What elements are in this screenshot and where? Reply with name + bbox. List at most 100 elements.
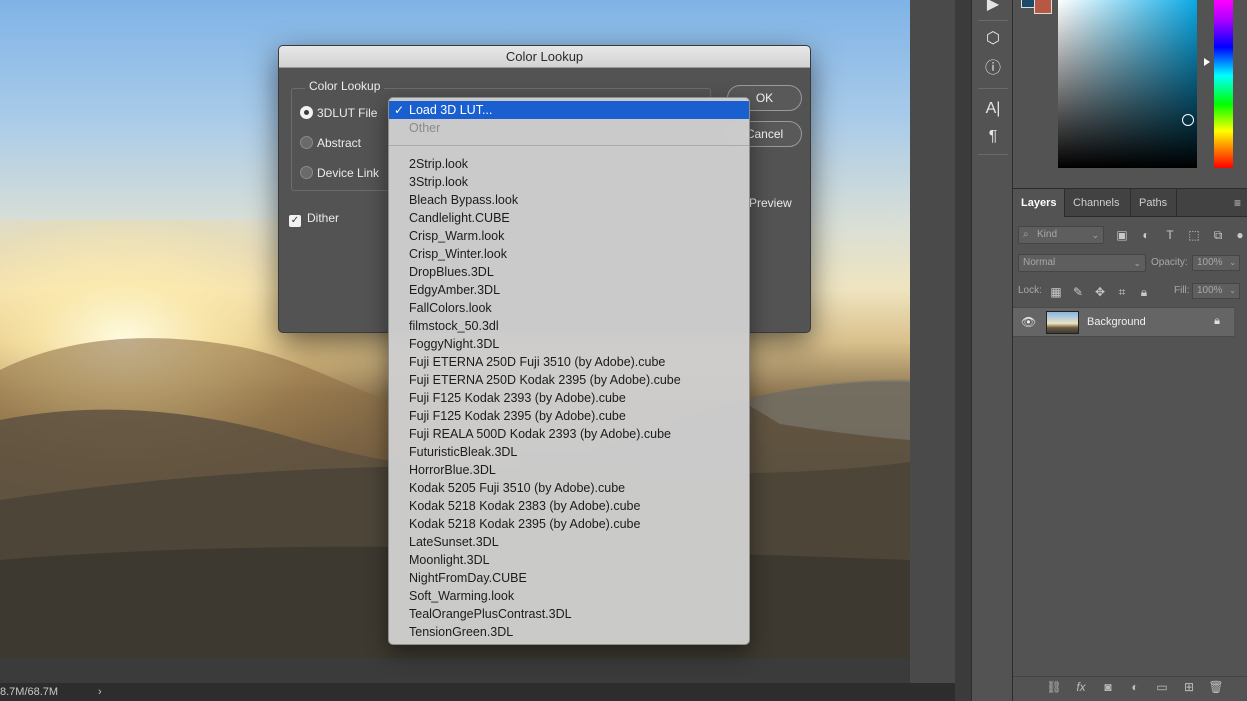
- fill-value: 100%: [1197, 285, 1223, 296]
- radio-button[interactable]: [300, 166, 313, 179]
- filter-smart-object-icon[interactable]: ⧉: [1211, 228, 1225, 243]
- menu-item-lut[interactable]: Kodak 5218 Kodak 2383 (by Adobe).cube: [389, 497, 749, 515]
- info-icon[interactable]: ⓘ: [980, 58, 1006, 80]
- filter-shape-icon[interactable]: ⬚: [1187, 228, 1201, 242]
- radio-device-link[interactable]: Device Link: [300, 165, 379, 181]
- menu-item-lut[interactable]: Fuji F125 Kodak 2395 (by Adobe).cube: [389, 407, 749, 425]
- lock-artboard-icon[interactable]: ⌗: [1115, 285, 1129, 300]
- lock-all-icon[interactable]: 🔒︎: [1137, 285, 1151, 300]
- chevron-down-icon: ⌄: [1091, 230, 1099, 240]
- character-icon[interactable]: A|: [980, 98, 1006, 120]
- panel-menu-icon[interactable]: ≡: [1234, 196, 1241, 210]
- menu-item-lut[interactable]: FoggyNight.3DL: [389, 335, 749, 353]
- menu-item-lut[interactable]: Fuji ETERNA 250D Fuji 3510 (by Adobe).cu…: [389, 353, 749, 371]
- group-label: Color Lookup: [305, 79, 385, 93]
- menu-item-lut[interactable]: Crisp_Warm.look: [389, 227, 749, 245]
- menu-item-lut[interactable]: 3Strip.look: [389, 173, 749, 191]
- menu-item-lut[interactable]: Kodak 5218 Kodak 2395 (by Adobe).cube: [389, 515, 749, 533]
- menu-item-lut[interactable]: Crisp_Winter.look: [389, 245, 749, 263]
- menu-item-lut[interactable]: filmstock_50.3dl: [389, 317, 749, 335]
- adjustment-layer-icon[interactable]: ◐: [1127, 680, 1143, 694]
- tab-paths[interactable]: Paths: [1131, 189, 1177, 217]
- radio-label: Device Link: [317, 166, 380, 180]
- new-group-icon[interactable]: ▭: [1154, 680, 1170, 694]
- menu-item-lut[interactable]: EdgyAmber.3DL: [389, 281, 749, 299]
- menu-item-lut[interactable]: FallColors.look: [389, 299, 749, 317]
- menu-item-label: Load 3D LUT...: [409, 103, 493, 117]
- menu-item-lut[interactable]: TealOrangePlusContrast.3DL: [389, 605, 749, 623]
- filter-adjustment-icon[interactable]: ◐: [1139, 228, 1153, 242]
- blend-mode-value: Normal: [1023, 257, 1056, 268]
- menu-item-lut[interactable]: Fuji F125 Kodak 2393 (by Adobe).cube: [389, 389, 749, 407]
- radio-button[interactable]: [300, 136, 313, 149]
- trash-icon[interactable]: 🗑︎: [1208, 680, 1224, 694]
- filter-kind-select[interactable]: ⌕ Kind ⌄: [1018, 226, 1104, 244]
- visibility-eye-icon[interactable]: 👁︎: [1021, 315, 1036, 329]
- hue-slider-marker[interactable]: [1204, 58, 1210, 66]
- radio-label: Abstract: [317, 136, 362, 150]
- menu-item-lut[interactable]: Soft_Warming.look: [389, 587, 749, 605]
- status-bar: 8.7M/68.7M ›: [0, 683, 955, 701]
- menu-item-lut[interactable]: Candlelight.CUBE: [389, 209, 749, 227]
- checkmark-icon: ✓: [394, 103, 405, 117]
- play-icon[interactable]: ▶: [980, 0, 1006, 16]
- lock-position-icon[interactable]: ✥: [1093, 285, 1107, 299]
- filter-toggle-icon[interactable]: ●: [1233, 228, 1247, 242]
- layer-row[interactable]: 👁︎ Background 🔒︎: [1013, 307, 1234, 337]
- menu-separator: [389, 145, 749, 146]
- tab-layers[interactable]: Layers: [1013, 189, 1065, 217]
- add-mask-icon[interactable]: ◙: [1100, 680, 1116, 694]
- filter-type-icon[interactable]: T: [1163, 228, 1177, 242]
- dialog-title: Color Lookup: [279, 46, 810, 68]
- menu-item-lut[interactable]: 2Strip.look: [389, 155, 749, 173]
- 3d-cube-icon[interactable]: ⬡: [980, 28, 1006, 50]
- radio-3dlut-file[interactable]: 3DLUT File: [300, 105, 377, 121]
- fill-field[interactable]: 100% ⌄: [1192, 283, 1240, 299]
- preview-checkbox[interactable]: Preview: [749, 196, 792, 210]
- menu-item-lut[interactable]: LateSunset.3DL: [389, 533, 749, 551]
- menu-item-lut[interactable]: Kodak 5205 Fuji 3510 (by Adobe).cube: [389, 479, 749, 497]
- menu-item-lut[interactable]: TensionGreen.3DL: [389, 623, 749, 641]
- chevron-down-icon: ⌄: [1229, 286, 1236, 295]
- color-picker-cursor[interactable]: [1182, 114, 1194, 126]
- checkbox-checked-icon[interactable]: ✓: [289, 215, 301, 227]
- menu-item-lut[interactable]: DropBlues.3DL: [389, 263, 749, 281]
- fill-label: Fill:: [1174, 285, 1190, 296]
- radio-abstract[interactable]: Abstract: [300, 135, 361, 151]
- link-layers-icon[interactable]: ⛓: [1046, 680, 1062, 694]
- hue-slider[interactable]: [1214, 0, 1233, 168]
- menu-item-lut[interactable]: HorrorBlue.3DL: [389, 461, 749, 479]
- chevron-down-icon: ⌄: [1133, 258, 1141, 268]
- menu-item-lut[interactable]: FuturisticBleak.3DL: [389, 443, 749, 461]
- background-color-swatch[interactable]: [1034, 0, 1052, 14]
- lut-dropdown-menu[interactable]: ✓ Load 3D LUT... Other 2Strip.look 3Strip…: [388, 97, 750, 645]
- kind-label: Kind: [1037, 229, 1058, 240]
- panel-icon-strip: ▶ ⬡ ⓘ A| ¶: [971, 0, 1013, 701]
- filter-pixel-icon[interactable]: ▣: [1115, 228, 1129, 242]
- opacity-label: Opacity:: [1151, 257, 1188, 268]
- lock-label: Lock:: [1018, 285, 1042, 296]
- color-picker-field[interactable]: [1058, 0, 1197, 168]
- lock-image-pixels-icon[interactable]: ✎: [1071, 285, 1085, 299]
- layer-style-fx-icon[interactable]: fx: [1073, 680, 1089, 694]
- divider: [978, 154, 1008, 155]
- blend-mode-select[interactable]: Normal ⌄: [1018, 254, 1146, 272]
- opacity-field[interactable]: 100% ⌄: [1192, 255, 1240, 271]
- layers-panel-tabs: Layers Channels Paths ≡: [1013, 188, 1247, 217]
- menu-item-load-3d-lut[interactable]: ✓ Load 3D LUT...: [389, 101, 749, 119]
- tab-channels[interactable]: Channels: [1065, 189, 1131, 217]
- divider: [978, 20, 1008, 21]
- paragraph-icon[interactable]: ¶: [980, 126, 1006, 148]
- radio-button-selected[interactable]: [300, 106, 313, 119]
- menu-item-lut[interactable]: Moonlight.3DL: [389, 551, 749, 569]
- menu-item-lut[interactable]: Bleach Bypass.look: [389, 191, 749, 209]
- status-menu-arrow-icon[interactable]: ›: [98, 683, 102, 701]
- dither-checkbox[interactable]: ✓ Dither: [289, 210, 339, 227]
- menu-item-lut[interactable]: NightFromDay.CUBE: [389, 569, 749, 587]
- menu-item-lut[interactable]: Fuji REALA 500D Kodak 2393 (by Adobe).cu…: [389, 425, 749, 443]
- new-layer-icon[interactable]: ⊞: [1181, 680, 1197, 694]
- lock-transparent-pixels-icon[interactable]: ▦: [1049, 285, 1063, 299]
- menu-item-lut[interactable]: Fuji ETERNA 250D Kodak 2395 (by Adobe).c…: [389, 371, 749, 389]
- divider: [978, 88, 1008, 89]
- menu-item-other: Other: [409, 121, 441, 135]
